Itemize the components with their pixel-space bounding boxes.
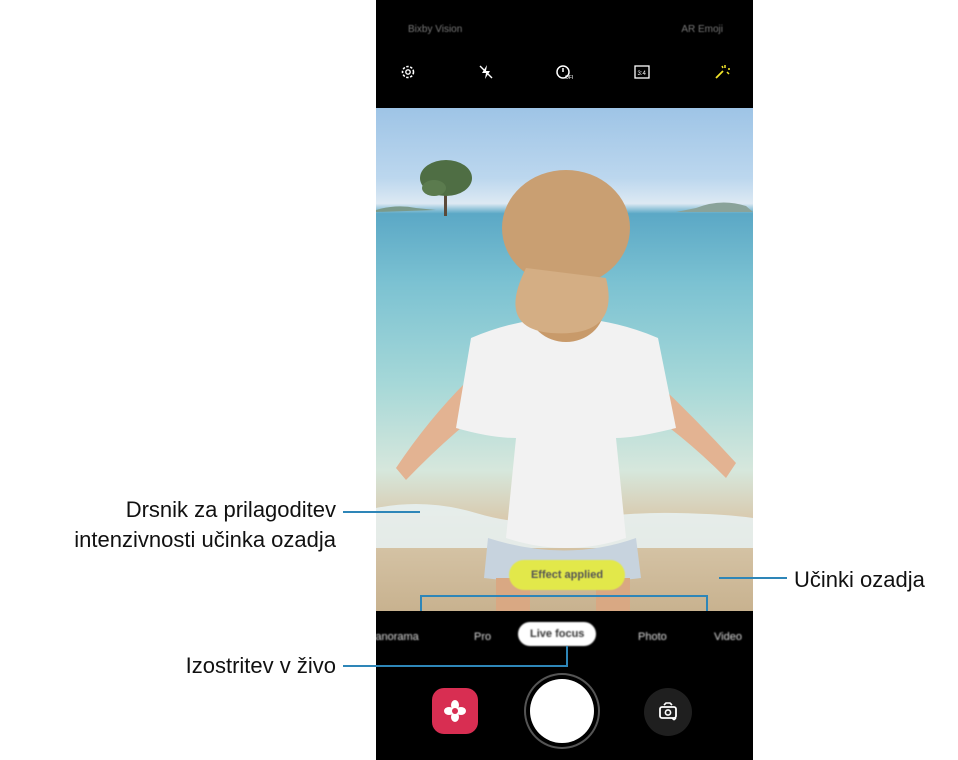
camera-preview[interactable]: Effect applied [376, 108, 753, 611]
camera-toolbar: OFF 3:4 [376, 52, 753, 92]
bixby-vision-button[interactable]: Bixby Vision [408, 24, 462, 35]
gallery-button[interactable] [432, 688, 478, 734]
ar-emoji-button[interactable]: AR Emoji [681, 24, 723, 35]
mode-live-focus[interactable]: Live focus [518, 622, 597, 646]
live-focus-callout-line [343, 665, 568, 667]
camera-screen: Bixby Vision AR Emoji OFF 3:4 [376, 0, 753, 760]
switch-camera-button[interactable] [644, 688, 692, 736]
ratio-label: 3:4 [638, 71, 647, 77]
ratio-icon[interactable]: 3:4 [628, 58, 656, 86]
effects-callout: Učinki ozadja [794, 567, 925, 592]
shutter-button[interactable] [530, 679, 594, 743]
settings-icon[interactable] [394, 58, 422, 86]
switch-camera-icon [659, 702, 677, 721]
mode-pro[interactable]: Pro [474, 631, 491, 643]
blur-intensity-slider-highlight [420, 595, 708, 611]
mode-panorama[interactable]: Panorama [376, 631, 419, 643]
effect-applied-badge: Effect applied [509, 560, 625, 590]
mode-photo[interactable]: Photo [638, 631, 667, 643]
preview-image [376, 160, 753, 611]
flower-icon [444, 700, 466, 722]
slider-callout-line [343, 511, 420, 513]
filters-icon[interactable] [708, 58, 736, 86]
mode-video[interactable]: Video [714, 631, 742, 643]
svg-text:OFF: OFF [565, 75, 573, 81]
slider-callout-line1: Drsnik za prilagoditev [125, 497, 336, 522]
slider-callout-line2: intenzivnosti učinka ozadja [74, 527, 336, 552]
effects-callout-line [719, 577, 787, 579]
timer-off-icon[interactable]: OFF [550, 58, 578, 86]
live-focus-callout-vline [566, 646, 568, 667]
live-focus-callout: Izostritev v živo [185, 653, 336, 678]
top-labels: Bixby Vision AR Emoji [376, 0, 753, 50]
flash-off-icon[interactable] [472, 58, 500, 86]
mode-selector: Panorama Pro Live focus Photo Video [376, 622, 753, 656]
